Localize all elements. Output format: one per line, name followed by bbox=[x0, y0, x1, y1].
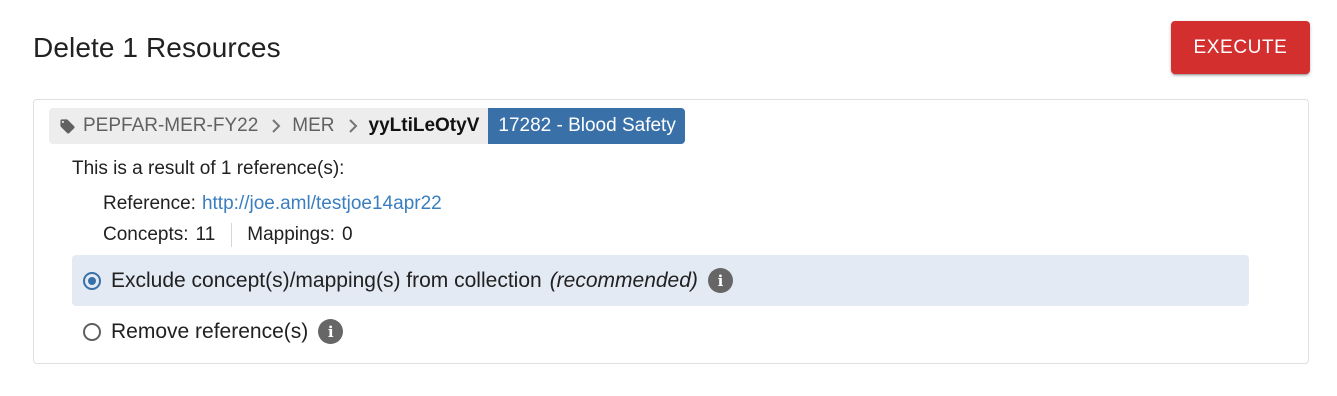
option-remove[interactable]: Remove reference(s) i bbox=[72, 306, 1249, 357]
breadcrumb-source[interactable]: PEPFAR-MER-FY22 bbox=[83, 115, 258, 137]
breadcrumb-collection[interactable]: MER bbox=[292, 115, 334, 137]
delete-resources-dialog: Delete 1 Resources EXECUTE PEPFAR-MER-FY… bbox=[0, 0, 1337, 396]
exclude-label: Exclude concept(s)/mapping(s) from colle… bbox=[111, 268, 542, 292]
tag-icon bbox=[59, 118, 76, 135]
exclude-radio[interactable] bbox=[83, 271, 101, 290]
result-summary: This is a result of 1 reference(s): bbox=[72, 158, 345, 179]
reference-label: Reference: bbox=[103, 193, 196, 214]
breadcrumb: PEPFAR-MER-FY22 MER yyLtiLeOtyV 17282 - … bbox=[49, 108, 685, 144]
recommended-note: (recommended) bbox=[549, 268, 698, 292]
reference-counts: Concepts: 11 Mappings: 0 bbox=[103, 223, 353, 247]
page-title: Delete 1 Resources bbox=[33, 32, 281, 63]
mappings-label: Mappings: bbox=[247, 224, 335, 245]
breadcrumb-path: PEPFAR-MER-FY22 MER yyLtiLeOtyV bbox=[49, 108, 489, 144]
info-icon[interactable]: i bbox=[707, 268, 733, 293]
mappings-count: 0 bbox=[341, 224, 353, 245]
reference-link[interactable]: http://joe.aml/testjoe14apr22 bbox=[202, 193, 442, 214]
resource-badge[interactable]: 17282 - Blood Safety bbox=[488, 108, 685, 144]
remove-radio[interactable] bbox=[83, 322, 101, 341]
divider bbox=[231, 223, 233, 247]
remove-label: Remove reference(s) bbox=[111, 319, 309, 343]
option-exclude[interactable]: Exclude concept(s)/mapping(s) from colle… bbox=[72, 255, 1249, 306]
reference-line: Reference: http://joe.aml/testjoe14apr22 bbox=[103, 192, 442, 216]
execute-button[interactable]: EXECUTE bbox=[1171, 21, 1310, 74]
concepts-label: Concepts: bbox=[103, 224, 189, 245]
info-icon[interactable]: i bbox=[318, 319, 344, 344]
concepts-count: 11 bbox=[195, 224, 216, 245]
chevron-right-icon bbox=[270, 118, 282, 134]
chevron-right-icon bbox=[347, 118, 359, 134]
breadcrumb-id[interactable]: yyLtiLeOtyV bbox=[369, 115, 480, 137]
